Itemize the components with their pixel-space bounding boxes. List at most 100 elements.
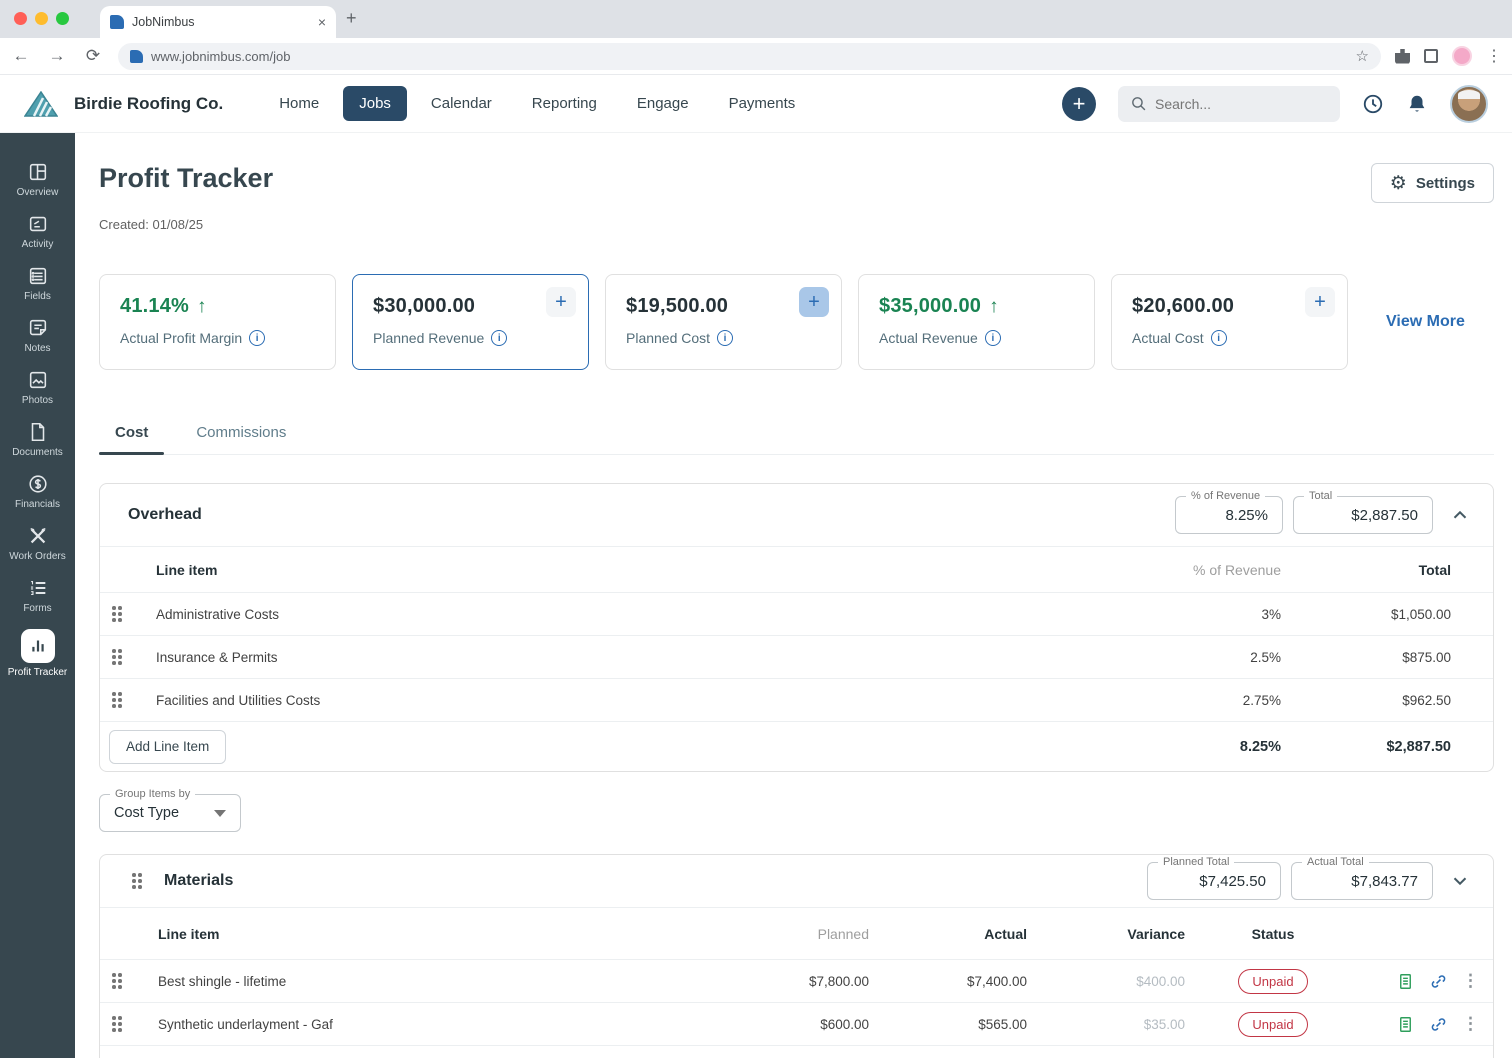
window-controls[interactable]	[14, 12, 69, 25]
tab-close-icon[interactable]: ×	[318, 14, 326, 30]
browser-tab-strip: JobNimbus × +	[0, 0, 1512, 38]
add-planned-cost-button[interactable]: +	[799, 287, 829, 317]
sidebar-item-activity[interactable]: Activity	[0, 213, 75, 250]
nav-home[interactable]: Home	[263, 86, 335, 121]
materials-planned-total-field[interactable]: Planned Total $7,425.50	[1147, 856, 1281, 900]
overhead-pct-of-revenue-field[interactable]: % of Revenue 8.25%	[1175, 490, 1283, 534]
link-icon[interactable]	[1429, 1015, 1448, 1034]
nav-payments[interactable]: Payments	[713, 86, 812, 121]
sidebar-item-notes[interactable]: Notes	[0, 317, 75, 354]
tab-groups-icon[interactable]	[1424, 49, 1438, 63]
materials-actual-total-field[interactable]: Actual Total $7,843.77	[1291, 856, 1433, 900]
info-icon[interactable]: i	[717, 330, 734, 346]
drag-handle-icon[interactable]	[112, 649, 122, 665]
activity-icon	[29, 216, 46, 232]
browser-tab[interactable]: JobNimbus ×	[100, 6, 336, 38]
reload-icon[interactable]: ⟳	[82, 46, 104, 66]
nav-calendar[interactable]: Calendar	[415, 86, 508, 121]
materials-section: Materials Planned Total $7,425.50 Actual…	[99, 854, 1494, 1058]
metric-card-actual-cost[interactable]: $20,600.00 Actual Cost i +	[1111, 274, 1348, 370]
drag-handle-icon[interactable]	[112, 973, 122, 989]
zoom-window-button[interactable]	[56, 12, 69, 25]
trend-up-icon: ↑	[197, 296, 207, 317]
add-planned-revenue-button[interactable]: +	[546, 287, 576, 317]
quick-add-button[interactable]: +	[1062, 86, 1096, 121]
info-icon[interactable]: i	[1210, 330, 1227, 346]
url-text[interactable]: www.jobnimbus.com/job	[151, 49, 1348, 64]
drag-handle-icon[interactable]	[112, 606, 122, 622]
materials-row[interactable]: Best shingle - lifetime $7,800.00 $7,400…	[100, 959, 1493, 1002]
address-bar[interactable]: www.jobnimbus.com/job ☆	[118, 42, 1381, 70]
sidebar-item-documents[interactable]: Documents	[0, 421, 75, 458]
receipt-icon[interactable]	[1396, 972, 1415, 991]
tab-title: JobNimbus	[132, 15, 195, 29]
metric-card-actual-profit-margin[interactable]: 41.14% ↑ Actual Profit Margin i	[99, 274, 336, 370]
collapse-chevron-down-icon[interactable]	[1449, 870, 1471, 892]
sidebar-item-profit-tracker[interactable]: Profit Tracker	[0, 629, 75, 678]
history-clock-icon[interactable]	[1362, 93, 1384, 115]
url-favicon	[130, 49, 143, 63]
sidebar-item-fields[interactable]: Fields	[0, 265, 75, 302]
new-tab-button[interactable]: +	[346, 8, 357, 29]
browser-profile-avatar[interactable]	[1452, 46, 1472, 66]
overhead-row[interactable]: Insurance & Permits 2.5% $875.00	[100, 635, 1493, 678]
overhead-row[interactable]: Facilities and Utilities Costs 2.75% $96…	[100, 678, 1493, 721]
back-icon[interactable]: ←	[10, 46, 32, 66]
bookmark-star-icon[interactable]: ☆	[1356, 47, 1369, 65]
sidebar-item-forms[interactable]: Forms	[0, 577, 75, 614]
nav-jobs[interactable]: Jobs	[343, 86, 407, 121]
sidebar-item-financials[interactable]: Financials	[0, 473, 75, 510]
overhead-total-amount: $2,887.50	[1386, 738, 1451, 755]
collapse-chevron-up-icon[interactable]	[1449, 504, 1471, 526]
sidebar-item-overview[interactable]: Overview	[0, 161, 75, 198]
close-window-button[interactable]	[14, 12, 27, 25]
browser-menu-icon[interactable]: ⋮	[1486, 46, 1502, 66]
birdie-roofing-logo	[24, 90, 58, 117]
minimize-window-button[interactable]	[35, 12, 48, 25]
overhead-total-field[interactable]: Total $2,887.50	[1293, 490, 1433, 534]
add-line-item-button[interactable]: Add Line Item	[109, 729, 227, 764]
search-input[interactable]	[1155, 95, 1315, 112]
materials-row[interactable]: 1.5in Glvnzd Nls $44.04 $49.04 $(-5.00) …	[100, 1045, 1493, 1058]
group-items-by-select[interactable]: Group Items by Cost Type	[99, 788, 241, 832]
link-icon[interactable]	[1429, 972, 1448, 991]
tab-commissions[interactable]: Commissions	[180, 414, 302, 454]
add-actual-cost-button[interactable]: +	[1305, 287, 1335, 317]
search-bar[interactable]	[1118, 85, 1340, 122]
metric-value: $35,000.00	[879, 295, 982, 317]
forward-icon[interactable]: →	[46, 46, 68, 66]
nav-engage[interactable]: Engage	[621, 86, 705, 121]
metric-card-planned-revenue[interactable]: $30,000.00 Planned Revenue i +	[352, 274, 589, 370]
receipt-icon[interactable]	[1396, 1015, 1415, 1034]
group-by-value: Cost Type	[114, 805, 180, 821]
extensions-icon[interactable]	[1395, 48, 1410, 64]
status-badge: Unpaid	[1238, 968, 1308, 994]
info-icon[interactable]: i	[984, 330, 1001, 346]
metric-value: $19,500.00	[626, 295, 729, 317]
info-icon[interactable]: i	[249, 330, 266, 346]
notifications-bell-icon[interactable]	[1406, 93, 1428, 115]
photos-icon	[29, 371, 46, 389]
nav-reporting[interactable]: Reporting	[516, 86, 613, 121]
overhead-title: Overhead	[128, 506, 202, 523]
user-avatar[interactable]	[1450, 84, 1488, 123]
sidebar-item-photos[interactable]: Photos	[0, 369, 75, 406]
metric-value: $20,600.00	[1132, 295, 1235, 317]
overhead-row[interactable]: Administrative Costs 3% $1,050.00	[100, 592, 1493, 635]
drag-handle-icon[interactable]	[112, 1016, 122, 1032]
drag-handle-icon[interactable]	[112, 692, 122, 708]
row-menu-icon[interactable]: ⋮	[1462, 1015, 1479, 1032]
col-variance: Variance	[1127, 925, 1185, 942]
sidebar-item-work-orders[interactable]: Work Orders	[0, 525, 75, 562]
drag-handle-icon[interactable]	[132, 873, 142, 889]
info-icon[interactable]: i	[491, 330, 508, 346]
settings-button[interactable]: ⚙ Settings	[1370, 163, 1494, 203]
view-more-link[interactable]: View More	[1386, 313, 1465, 331]
tab-cost[interactable]: Cost	[99, 414, 165, 455]
notes-icon	[29, 319, 46, 336]
row-menu-icon[interactable]: ⋮	[1462, 972, 1479, 989]
materials-row[interactable]: Synthetic underlayment - Gaf $600.00 $56…	[100, 1002, 1493, 1045]
overview-icon	[29, 163, 46, 181]
metric-card-actual-revenue[interactable]: $35,000.00 ↑ Actual Revenue i	[858, 274, 1095, 370]
metric-card-planned-cost[interactable]: $19,500.00 Planned Cost i +	[605, 274, 842, 370]
